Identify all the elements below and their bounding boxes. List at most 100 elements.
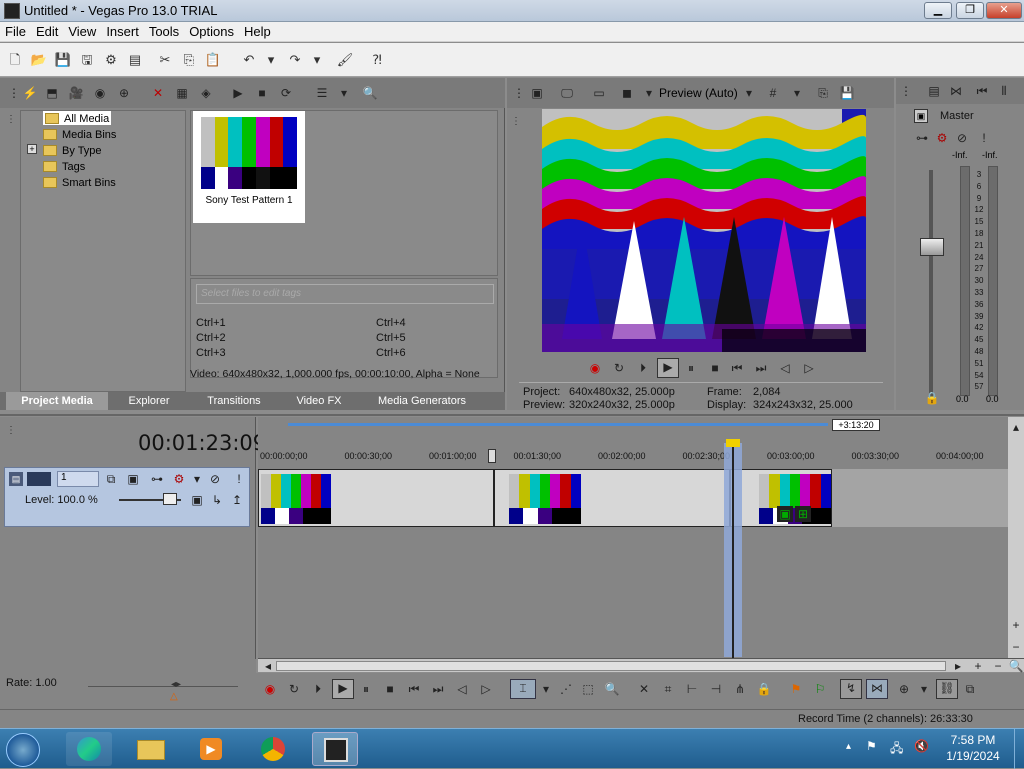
insert-region-icon[interactable]: ⚐	[812, 681, 828, 697]
scroll-up-icon[interactable]: ▴	[1008, 419, 1024, 435]
record-icon[interactable]: ◉	[587, 360, 603, 376]
maximize-button[interactable]: ❐	[956, 2, 984, 19]
loop-region-bar[interactable]	[288, 423, 828, 426]
tree-item-smart-bins[interactable]: Smart Bins	[43, 175, 116, 189]
paste-icon[interactable]: 📋	[204, 51, 222, 69]
master-fx-icon[interactable]: ▣	[914, 109, 928, 123]
save-as-icon[interactable]: 🖫	[78, 51, 96, 69]
start-button[interactable]	[6, 733, 40, 767]
clock-time[interactable]: 7:58 PM	[948, 733, 998, 747]
playhead-marker[interactable]	[488, 449, 496, 463]
undo-dropdown-icon[interactable]: ▾	[262, 51, 280, 69]
record-icon[interactable]: ◉	[262, 681, 278, 697]
event-fx-icon[interactable]: ⊞	[795, 506, 811, 522]
timecode-display[interactable]: 00:01:23:09	[138, 431, 266, 455]
mono-icon[interactable]: ⦀	[996, 83, 1012, 99]
parent-motion-icon[interactable]: ▣	[189, 492, 205, 508]
trim-end-icon[interactable]: ⊣	[708, 681, 724, 697]
insert-marker-icon[interactable]: ⚑	[788, 681, 804, 697]
previous-frame-icon[interactable]: ◁	[777, 360, 793, 376]
horizontal-scrollbar[interactable]: ◂ ▸ + − 🔍	[258, 658, 1024, 674]
loop-playback-icon[interactable]: ↻	[286, 681, 302, 697]
tab-transitions[interactable]: Transitions	[190, 392, 278, 410]
dim-icon[interactable]: ⏮	[974, 83, 990, 99]
scroll-left-icon[interactable]: ◂	[260, 658, 276, 674]
crossfade-dropdown-icon[interactable]: ▾	[916, 681, 932, 697]
vegas-app-icon[interactable]	[4, 3, 20, 19]
play-from-start-icon[interactable]: ⏵	[635, 360, 651, 376]
redo-dropdown-icon[interactable]: ▾	[308, 51, 326, 69]
views-dropdown-icon[interactable]: ▾	[336, 85, 352, 101]
lock-envelopes-icon[interactable]: ⛓	[936, 679, 958, 699]
zoom-out-h-icon[interactable]: −	[990, 658, 1006, 674]
menu-view[interactable]: View	[63, 22, 101, 41]
next-frame-icon[interactable]: ▷	[801, 360, 817, 376]
menu-help[interactable]: Help	[239, 22, 276, 41]
tray-expand-icon[interactable]: ▴	[846, 741, 851, 752]
menu-insert[interactable]: Insert	[101, 22, 144, 41]
cut-icon[interactable]: ✂	[156, 51, 174, 69]
media-properties-icon[interactable]: ▦	[174, 85, 190, 101]
playback-cursor[interactable]	[732, 441, 734, 659]
downmix-icon[interactable]: ⋈	[948, 83, 964, 99]
play-preview-icon[interactable]: ▶	[230, 85, 246, 101]
tree-item-all-media[interactable]: All Media	[43, 111, 112, 125]
show-desktop-button[interactable]	[1014, 729, 1024, 769]
quality-dropdown-icon[interactable]: ▾	[741, 85, 757, 101]
solo-icon[interactable]: !	[976, 130, 992, 146]
trim-start-icon[interactable]: ⊢	[684, 681, 700, 697]
lock-event-icon[interactable]: 🔒	[756, 681, 772, 697]
auto-crossfade-icon[interactable]: ⊕	[896, 681, 912, 697]
menu-tools[interactable]: Tools	[144, 22, 184, 41]
level-slider[interactable]	[163, 493, 177, 505]
tree-item-by-type[interactable]: By Type	[43, 143, 102, 157]
menu-options[interactable]: Options	[184, 22, 239, 41]
splitter[interactable]	[0, 414, 1024, 416]
track-pan-icon[interactable]: ⊶	[149, 471, 165, 487]
zoom-tool-icon[interactable]: 🔍	[1008, 658, 1024, 674]
volume-muted-icon[interactable]: 🔇	[914, 739, 929, 753]
envelope-tool-icon[interactable]: ⋰	[558, 681, 574, 697]
track-mute-icon[interactable]: ⊘	[207, 471, 223, 487]
capture-icon[interactable]: 🎥	[68, 85, 84, 101]
pause-icon[interactable]: ⏸	[358, 681, 374, 697]
edge-taskbar-icon[interactable]	[66, 732, 112, 766]
scroll-right-icon[interactable]: ▸	[950, 658, 966, 674]
tags-input[interactable]: Select files to edit tags	[196, 284, 494, 304]
save-icon[interactable]: 💾	[54, 51, 72, 69]
cursor-marker[interactable]	[726, 439, 740, 447]
edit-tool-dropdown-icon[interactable]: ▾	[538, 681, 554, 697]
play-icon[interactable]: ▶	[657, 358, 679, 378]
properties-icon[interactable]: ▤	[126, 51, 144, 69]
video-event-2[interactable]	[494, 469, 730, 527]
enable-snapping-icon[interactable]: ⋈	[866, 679, 888, 699]
vertical-scrollbar[interactable]: ▴ + −	[1008, 417, 1024, 659]
previous-frame-icon[interactable]: ◁	[454, 681, 470, 697]
import-media-icon[interactable]: ⬒	[44, 85, 60, 101]
get-media-icon[interactable]: ◉	[92, 85, 108, 101]
remove-icon[interactable]: ✕	[150, 85, 166, 101]
video-fx-icon[interactable]: ▭	[591, 85, 607, 101]
network-icon[interactable]: 🖧	[890, 739, 903, 760]
overlays-dropdown-icon[interactable]: ▾	[789, 85, 805, 101]
split-icon[interactable]: ⋔	[732, 681, 748, 697]
minimize-track-icon[interactable]: ▤	[9, 472, 23, 486]
file-explorer-taskbar-icon[interactable]	[128, 732, 174, 766]
overlays-icon[interactable]: #	[765, 85, 781, 101]
play-icon[interactable]: ▶	[332, 679, 354, 699]
copy-snapshot-icon[interactable]: ⎘	[815, 85, 831, 101]
mute-icon[interactable]: ⊘	[954, 130, 970, 146]
selection-tool-icon[interactable]: ⬚	[580, 681, 596, 697]
copy-icon[interactable]: ⎘	[180, 51, 198, 69]
preview-properties-icon[interactable]: ▣	[529, 85, 545, 101]
track-solo-icon[interactable]: !	[231, 471, 247, 487]
tree-item-media-bins[interactable]: Media Bins	[43, 127, 116, 141]
normal-edit-tool-icon[interactable]: ⌶	[510, 679, 536, 699]
make-compositing-parent-icon[interactable]: ↥	[229, 492, 245, 508]
stop-icon[interactable]: ■	[707, 360, 723, 376]
redo-icon[interactable]: ↷	[286, 51, 304, 69]
rate-slider[interactable]: ◂▸	[164, 679, 188, 691]
go-to-start-icon[interactable]: ⏮	[406, 681, 422, 697]
video-event-1[interactable]	[258, 469, 494, 527]
minimize-button[interactable]: ▁	[924, 2, 952, 19]
